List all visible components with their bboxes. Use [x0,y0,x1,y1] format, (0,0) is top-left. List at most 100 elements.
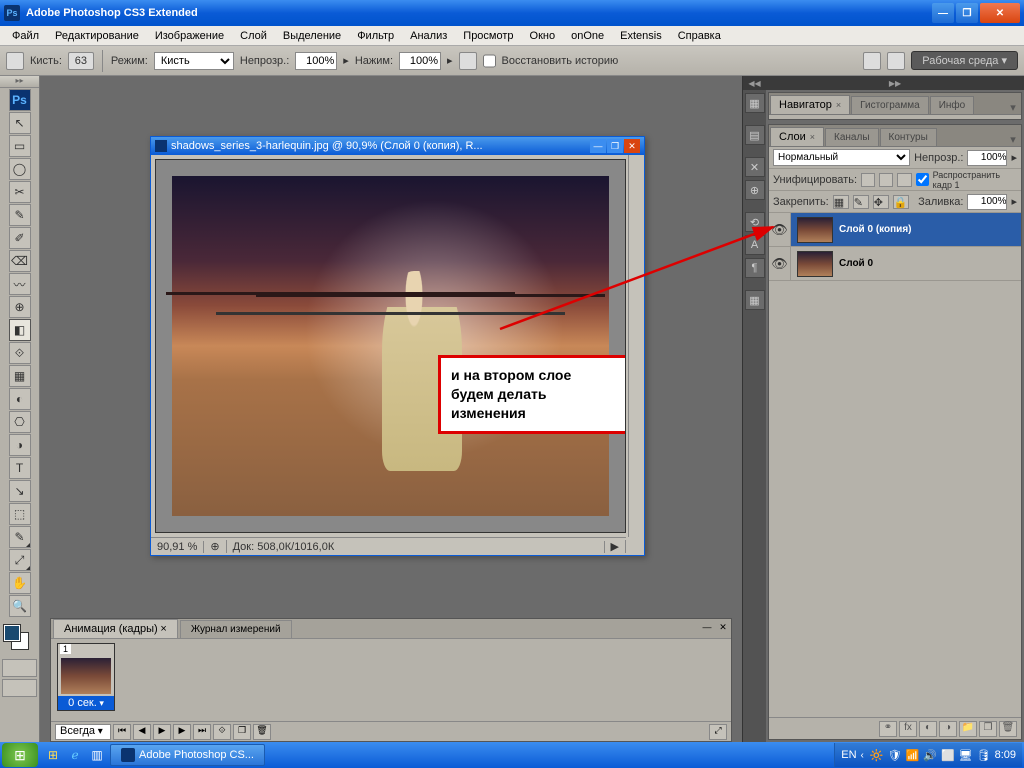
group-icon[interactable]: 📁 [959,721,977,737]
document-titlebar[interactable]: shadows_series_3-harlequin.jpg @ 90,9% (… [151,137,644,155]
tab-animation[interactable]: Анимация (кадры) × [53,619,178,638]
tab-navigator[interactable]: Навигатор× [770,95,850,114]
menu-onone[interactable]: onOne [563,28,612,44]
zoom-tool[interactable]: 🔍 [9,595,31,617]
tab-paths[interactable]: Контуры [880,128,937,146]
workspace-dropdown[interactable]: Рабочая среда ▾ [911,51,1018,70]
layer-mask-icon[interactable]: ◐ [919,721,937,737]
history-checkbox[interactable] [483,52,496,70]
doc-maximize-button[interactable]: ❐ [607,139,623,153]
frame-1[interactable]: 1 0 сек. ▾ [57,643,115,711]
brush-tool[interactable]: 〰 [9,273,31,295]
canvas[interactable]: и на втором слое будем делать изменения [155,159,626,533]
layer-opacity-input[interactable] [967,150,1007,166]
layer-thumbnail[interactable] [797,217,833,243]
fill-input[interactable] [967,194,1007,210]
doc-close-button[interactable]: ✕ [624,139,640,153]
play-button[interactable]: ▶ [153,724,171,740]
ps-logo-tool[interactable]: Ps [9,89,31,111]
shape-tool[interactable]: ⬚ [9,503,31,525]
dock-tools-icon[interactable]: ✕ [745,157,765,177]
tray-icon[interactable]: 🛢 [977,749,991,762]
doc-size[interactable]: Док: 508,0К/1016,0К [227,541,605,553]
doc-minimize-button[interactable]: — [590,139,606,153]
brush-preview-icon[interactable]: 63 [68,52,94,70]
flow-arrow-icon[interactable]: ▸ [447,54,453,67]
delete-layer-icon[interactable]: 🗑 [999,721,1017,737]
opacity-input[interactable] [295,52,337,70]
tray-icon[interactable]: 🛡 [888,749,902,762]
path-tool[interactable]: ↘ [9,480,31,502]
tab-measurement-log[interactable]: Журнал измерений [180,620,292,638]
layer-row-1[interactable]: 👁 Слой 0 [769,247,1021,281]
clock[interactable]: 8:09 [995,749,1016,761]
doc-icon[interactable] [863,52,881,70]
slice-tool[interactable]: ✐ [9,227,31,249]
airbrush-icon[interactable] [459,52,477,70]
toolbox-header[interactable]: ▸▸ [0,76,39,88]
menu-select[interactable]: Выделение [275,28,349,44]
stamp-tool[interactable]: ⊕ [9,296,31,318]
tab-layers[interactable]: Слои× [770,127,824,146]
panel-minimize-icon[interactable]: — [700,622,714,636]
menu-file[interactable]: Файл [4,28,47,44]
menu-layer[interactable]: Слой [232,28,275,44]
panel-close-icon[interactable]: ✕ [716,622,730,636]
delete-frame-button[interactable]: 🗑 [253,724,271,740]
status-icon[interactable]: ⊕ [204,540,226,553]
tray-icon[interactable]: ⬜ [941,749,955,762]
history-brush-tool[interactable]: ◧ [9,319,31,341]
opacity-arrow-icon[interactable]: ▸ [1011,151,1017,164]
adjustment-layer-icon[interactable]: ◑ [939,721,957,737]
tab-info[interactable]: Инфо [930,96,975,114]
tool-preset-icon[interactable] [6,52,24,70]
visibility-icon[interactable]: 👁 [769,213,791,246]
tab-channels[interactable]: Каналы [825,128,879,146]
layer-row-0[interactable]: 👁 Слой 0 (копия) [769,213,1021,247]
dock-palette-icon[interactable]: ▦ [745,93,765,113]
move-tool[interactable]: ↖ [9,112,31,134]
unify-style-icon[interactable] [897,173,911,187]
last-frame-button[interactable]: ⏭ [193,724,211,740]
taskbar-app-photoshop[interactable]: Adobe Photoshop CS... [110,744,265,766]
lock-pos-icon[interactable]: ✥ [873,195,889,209]
dock-brushes-icon[interactable]: ▤ [745,125,765,145]
panel-menu-icon[interactable]: ▾ [1005,101,1021,114]
flow-input[interactable] [399,52,441,70]
blend-mode-select[interactable]: Нормальный [773,149,910,166]
propagate-checkbox[interactable] [916,173,929,186]
lock-pixels-icon[interactable]: ✎ [853,195,869,209]
menu-window[interactable]: Окно [522,28,564,44]
language-indicator[interactable]: EN [841,749,856,761]
standard-mode-button[interactable] [2,659,37,677]
dock-char-icon[interactable]: A [745,235,765,255]
heal-tool[interactable]: ⌫ [9,250,31,272]
menu-image[interactable]: Изображение [147,28,232,44]
layer-name[interactable]: Слой 0 (копия) [839,224,911,235]
dock-collapse-icon[interactable]: ◀◀ [743,76,766,90]
menu-view[interactable]: Просмотр [455,28,521,44]
quicklaunch-tc[interactable]: ⊞ [43,745,63,765]
dock-history-icon[interactable]: ⟲ [745,212,765,232]
blur-tool[interactable]: ◐ [9,388,31,410]
next-frame-button[interactable]: ▶ [173,724,191,740]
tray-volume-icon[interactable]: 🔊 [923,749,937,762]
close-button[interactable]: ✕ [980,3,1020,23]
crop-tool[interactable]: ✎ [9,204,31,226]
quicklaunch-desktop[interactable]: ▥ [87,745,107,765]
unify-vis-icon[interactable] [879,173,893,187]
minimize-button[interactable]: — [932,3,954,23]
frame-delay[interactable]: 0 сек. ▾ [58,696,114,710]
dock-actions-icon[interactable]: ▦ [745,290,765,310]
prev-frame-button[interactable]: ◀ [133,724,151,740]
tray-expand-icon[interactable]: ‹ [861,750,864,761]
tween-button[interactable]: ⟐ [213,724,231,740]
lock-all-icon[interactable]: 🔒 [893,195,909,209]
notes-tool[interactable]: ✎ [9,526,31,548]
wand-tool[interactable]: ✂ [9,181,31,203]
lock-trans-icon[interactable]: ▦ [833,195,849,209]
status-arrow-icon[interactable]: ▶ [605,540,626,553]
tray-icon[interactable]: 📶 [906,749,920,762]
new-frame-button[interactable]: ❐ [233,724,251,740]
panel-menu-icon[interactable]: ▾ [1005,133,1021,146]
